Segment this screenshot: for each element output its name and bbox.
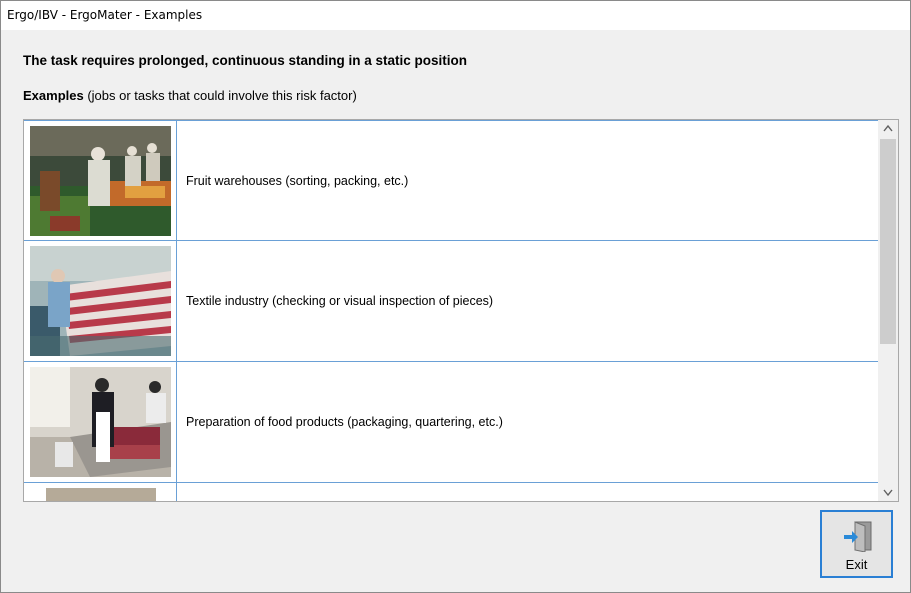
thumbnail-cell — [24, 362, 177, 482]
partial-photo — [30, 488, 171, 501]
risk-factor-heading: The task requires prolonged, continuous … — [23, 53, 468, 68]
examples-list[interactable]: Fruit warehouses (sorting, packing, etc.… — [23, 119, 899, 502]
exit-door-icon — [843, 520, 873, 553]
thumbnail-cell — [24, 483, 177, 501]
textile-inspection-photo — [30, 246, 171, 356]
fruit-warehouse-photo — [30, 126, 171, 236]
list-item[interactable]: Textile industry (checking or visual ins… — [24, 241, 879, 362]
vertical-scrollbar[interactable] — [878, 120, 898, 501]
list-item[interactable] — [24, 483, 879, 501]
list-item[interactable]: Fruit warehouses (sorting, packing, etc.… — [24, 120, 879, 241]
food-preparation-photo — [30, 367, 171, 477]
examples-description: (jobs or tasks that could involve this r… — [83, 88, 357, 103]
examples-rows: Fruit warehouses (sorting, packing, etc.… — [24, 120, 879, 501]
scrollbar-thumb[interactable] — [880, 139, 896, 344]
thumbnail-cell — [24, 241, 177, 361]
chevron-up-icon[interactable] — [878, 120, 898, 137]
examples-label: Examples — [23, 88, 84, 103]
examples-subheading: Examples (jobs or tasks that could invol… — [23, 88, 357, 103]
chevron-down-icon[interactable] — [878, 484, 898, 501]
examples-window: Ergo/IBV - ErgoMater - Examples The task… — [0, 0, 911, 593]
list-item-label: Textile industry (checking or visual ins… — [177, 241, 879, 361]
window-title: Ergo/IBV - ErgoMater - Examples — [1, 1, 910, 30]
list-item-label: Fruit warehouses (sorting, packing, etc.… — [177, 121, 879, 240]
list-item-label — [177, 483, 879, 501]
thumbnail-cell — [24, 121, 177, 240]
exit-button-label: Exit — [845, 557, 868, 572]
list-item[interactable]: Preparation of food products (packaging,… — [24, 362, 879, 483]
exit-button[interactable]: Exit — [820, 510, 893, 578]
list-item-label: Preparation of food products (packaging,… — [177, 362, 879, 482]
